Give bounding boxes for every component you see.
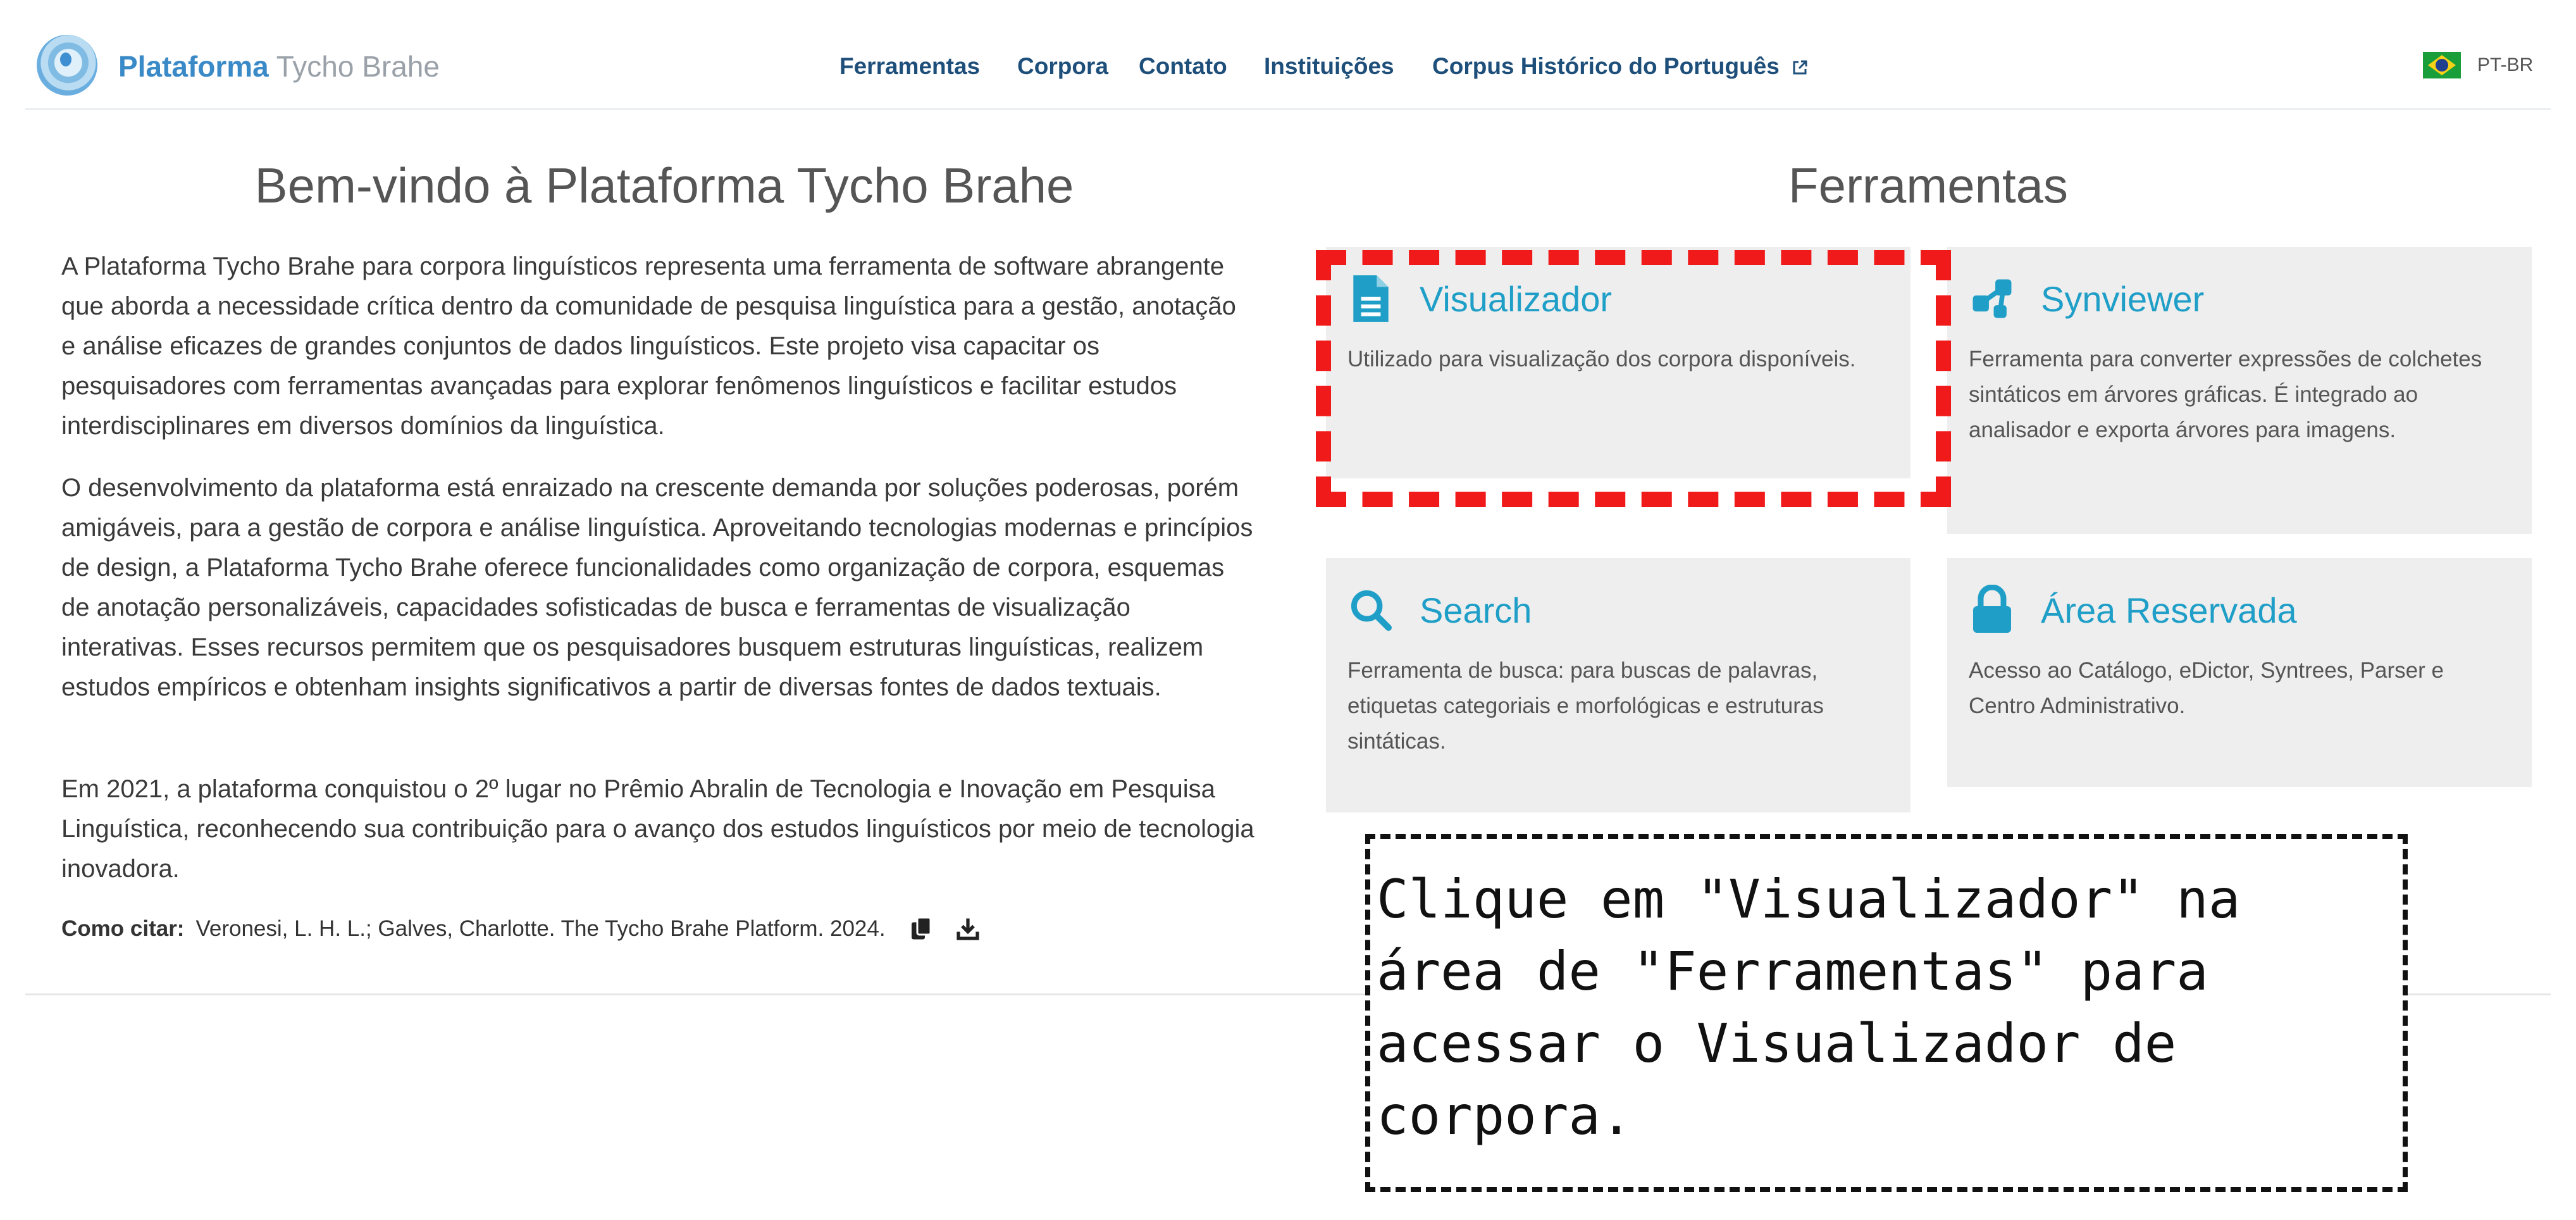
visualizador-highlight-box [1316, 250, 1951, 507]
card-title-area-reservada[interactable]: Área Reservada [2041, 590, 2297, 631]
citation-label: Como citar: [61, 916, 185, 941]
language-label: PT-BR [2477, 54, 2534, 75]
citation: Como citar: Veronesi, L. H. L.; Galves, … [61, 916, 979, 942]
intro-paragraph-2: O desenvolvimento da plataforma está enr… [61, 474, 1253, 701]
copy-icon[interactable] [910, 916, 932, 942]
card-title-search[interactable]: Search [1420, 590, 1532, 631]
tree-icon [1972, 279, 2012, 318]
tools-title: Ferramentas [1788, 158, 2069, 213]
nav-corpora[interactable]: Corpora [1017, 53, 1108, 80]
download-icon[interactable] [956, 916, 979, 942]
brand-secondary: Tycho Brahe [276, 50, 440, 83]
instruction-text: Clique em "Visualizador" na área de "Fer… [1377, 868, 2241, 1147]
nav-instituicoes[interactable]: Instituições [1264, 53, 1394, 80]
header-divider [25, 108, 2551, 110]
nav-corpus-historico[interactable]: Corpus Histórico do Português [1432, 53, 1807, 80]
nav-ferramentas[interactable]: Ferramentas [839, 53, 980, 80]
card-desc-search: Ferramenta de busca: para buscas de pala… [1347, 658, 1824, 754]
nav-corpus-historico-label: Corpus Histórico do Português [1432, 53, 1780, 79]
card-desc-synviewer: Ferramenta para converter expressões de … [1969, 347, 2482, 442]
brazil-flag-icon [2423, 52, 2461, 78]
platform-logo-icon[interactable] [37, 35, 97, 96]
brand-name[interactable]: Plataforma Tycho Brahe [118, 49, 440, 84]
card-synviewer[interactable]: Synviewer Ferramenta para converter expr… [1947, 247, 2532, 534]
top-navbar: Plataforma Tycho Brahe Ferramentas Corpo… [0, 0, 2576, 109]
search-icon [1351, 590, 1392, 631]
intro-paragraph-3: Em 2021, a plataforma conquistou o 2º lu… [61, 775, 1254, 883]
card-desc-area-reservada: Acesso ao Catálogo, eDictor, Syntrees, P… [1969, 658, 2444, 718]
card-title-synviewer[interactable]: Synviewer [2041, 278, 2204, 320]
brand-primary: Plataforma [118, 50, 269, 83]
card-area-reservada[interactable]: Área Reservada Acesso ao Catálogo, eDict… [1947, 558, 2532, 787]
intro-paragraph-1: A Plataforma Tycho Brahe para corpora li… [61, 252, 1236, 440]
welcome-title: Bem-vindo à Plataforma Tycho Brahe [254, 158, 1074, 213]
card-search[interactable]: Search Ferramenta de busca: para buscas … [1326, 558, 1910, 812]
language-selector[interactable]: PT-BR [2423, 52, 2533, 78]
nav-contato[interactable]: Contato [1139, 53, 1227, 80]
lock-icon [1973, 585, 2011, 633]
external-link-icon [1793, 60, 1807, 75]
citation-text: Veronesi, L. H. L.; Galves, Charlotte. T… [195, 916, 886, 941]
instruction-callout: Clique em "Visualizador" na área de "Fer… [1365, 834, 2408, 1192]
